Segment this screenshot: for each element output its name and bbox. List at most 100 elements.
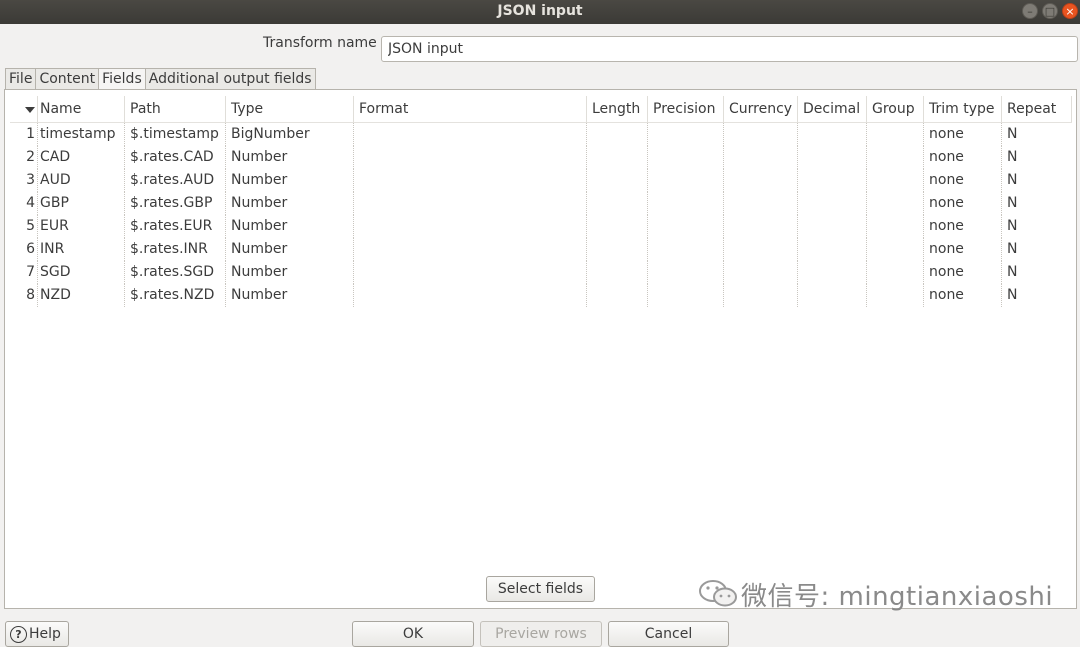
cell-trim-type[interactable]: none <box>924 284 1002 307</box>
cell-trim-type[interactable]: none <box>924 123 1002 146</box>
cell-trim-type[interactable]: none <box>924 169 1002 192</box>
ok-button[interactable]: OK <box>352 621 474 647</box>
cell-precision[interactable] <box>648 169 724 192</box>
column-header-currency[interactable]: Currency <box>724 96 798 122</box>
cell-precision[interactable] <box>648 192 724 215</box>
cell-format[interactable] <box>354 284 587 307</box>
cell-repeat[interactable]: N <box>1002 146 1072 169</box>
cell-name[interactable]: AUD <box>38 169 125 192</box>
cell-precision[interactable] <box>648 238 724 261</box>
cell-format[interactable] <box>354 169 587 192</box>
cell-path[interactable]: $.rates.NZD <box>125 284 226 307</box>
cell-group[interactable] <box>867 238 924 261</box>
table-row[interactable]: 2 CAD $.rates.CAD Number none N <box>10 146 1072 169</box>
column-header-path[interactable]: Path <box>125 96 226 122</box>
close-icon[interactable]: × <box>1062 3 1078 19</box>
tab-file[interactable]: File <box>5 68 37 89</box>
select-fields-button[interactable]: Select fields <box>486 576 595 602</box>
cell-length[interactable] <box>587 192 648 215</box>
cell-repeat[interactable]: N <box>1002 192 1072 215</box>
table-row[interactable]: 1 timestamp $.timestamp BigNumber none N <box>10 123 1072 146</box>
cell-repeat[interactable]: N <box>1002 215 1072 238</box>
cell-decimal[interactable] <box>798 146 867 169</box>
cell-length[interactable] <box>587 238 648 261</box>
cell-name[interactable]: NZD <box>38 284 125 307</box>
cell-group[interactable] <box>867 215 924 238</box>
column-header-decimal[interactable]: Decimal <box>798 96 867 122</box>
cell-repeat[interactable]: N <box>1002 261 1072 284</box>
table-row[interactable]: 5 EUR $.rates.EUR Number none N <box>10 215 1072 238</box>
cell-length[interactable] <box>587 123 648 146</box>
cell-currency[interactable] <box>724 169 798 192</box>
column-header-length[interactable]: Length <box>587 96 648 122</box>
cell-type[interactable]: Number <box>226 146 354 169</box>
cell-currency[interactable] <box>724 123 798 146</box>
column-header-group[interactable]: Group <box>867 96 924 122</box>
cell-trim-type[interactable]: none <box>924 215 1002 238</box>
column-header-format[interactable]: Format <box>354 96 587 122</box>
cell-path[interactable]: $.rates.CAD <box>125 146 226 169</box>
table-row[interactable]: 7 SGD $.rates.SGD Number none N <box>10 261 1072 284</box>
column-header-trim-type[interactable]: Trim type <box>924 96 1002 122</box>
table-row[interactable]: 8 NZD $.rates.NZD Number none N <box>10 284 1072 307</box>
cell-group[interactable] <box>867 146 924 169</box>
cell-group[interactable] <box>867 284 924 307</box>
cell-type[interactable]: Number <box>226 238 354 261</box>
cell-precision[interactable] <box>648 146 724 169</box>
column-header-precision[interactable]: Precision <box>648 96 724 122</box>
cell-decimal[interactable] <box>798 215 867 238</box>
cell-trim-type[interactable]: none <box>924 146 1002 169</box>
column-header-repeat[interactable]: Repeat <box>1002 96 1072 122</box>
cancel-button[interactable]: Cancel <box>608 621 729 647</box>
cell-trim-type[interactable]: none <box>924 192 1002 215</box>
cell-type[interactable]: Number <box>226 284 354 307</box>
cell-length[interactable] <box>587 169 648 192</box>
cell-name[interactable]: timestamp <box>38 123 125 146</box>
table-row[interactable]: 6 INR $.rates.INR Number none N <box>10 238 1072 261</box>
cell-currency[interactable] <box>724 215 798 238</box>
cell-currency[interactable] <box>724 192 798 215</box>
cell-decimal[interactable] <box>798 238 867 261</box>
cell-path[interactable]: $.rates.SGD <box>125 261 226 284</box>
cell-length[interactable] <box>587 146 648 169</box>
cell-group[interactable] <box>867 192 924 215</box>
cell-currency[interactable] <box>724 238 798 261</box>
cell-trim-type[interactable]: none <box>924 261 1002 284</box>
cell-repeat[interactable]: N <box>1002 238 1072 261</box>
cell-name[interactable]: GBP <box>38 192 125 215</box>
cell-precision[interactable] <box>648 215 724 238</box>
transform-name-input[interactable] <box>381 36 1078 62</box>
cell-format[interactable] <box>354 238 587 261</box>
cell-group[interactable] <box>867 123 924 146</box>
cell-path[interactable]: $.rates.EUR <box>125 215 226 238</box>
cell-precision[interactable] <box>648 123 724 146</box>
cell-currency[interactable] <box>724 261 798 284</box>
cell-repeat[interactable]: N <box>1002 123 1072 146</box>
cell-decimal[interactable] <box>798 123 867 146</box>
cell-format[interactable] <box>354 123 587 146</box>
cell-name[interactable]: SGD <box>38 261 125 284</box>
tab-content[interactable]: Content <box>35 68 100 89</box>
minimize-icon[interactable]: – <box>1022 3 1038 19</box>
cell-length[interactable] <box>587 261 648 284</box>
help-button[interactable]: ? Help <box>5 621 69 647</box>
cell-type[interactable]: Number <box>226 215 354 238</box>
sort-column-header[interactable] <box>10 96 38 122</box>
cell-group[interactable] <box>867 261 924 284</box>
column-header-type[interactable]: Type <box>226 96 354 122</box>
cell-path[interactable]: $.timestamp <box>125 123 226 146</box>
tab-additional-output-fields[interactable]: Additional output fields <box>144 68 316 89</box>
cell-repeat[interactable]: N <box>1002 284 1072 307</box>
cell-name[interactable]: CAD <box>38 146 125 169</box>
table-row[interactable]: 3 AUD $.rates.AUD Number none N <box>10 169 1072 192</box>
table-row[interactable]: 4 GBP $.rates.GBP Number none N <box>10 192 1072 215</box>
cell-group[interactable] <box>867 169 924 192</box>
preview-rows-button[interactable]: Preview rows <box>480 621 602 647</box>
cell-type[interactable]: Number <box>226 169 354 192</box>
cell-name[interactable]: EUR <box>38 215 125 238</box>
cell-decimal[interactable] <box>798 284 867 307</box>
cell-decimal[interactable] <box>798 192 867 215</box>
cell-path[interactable]: $.rates.INR <box>125 238 226 261</box>
cell-repeat[interactable]: N <box>1002 169 1072 192</box>
cell-currency[interactable] <box>724 284 798 307</box>
